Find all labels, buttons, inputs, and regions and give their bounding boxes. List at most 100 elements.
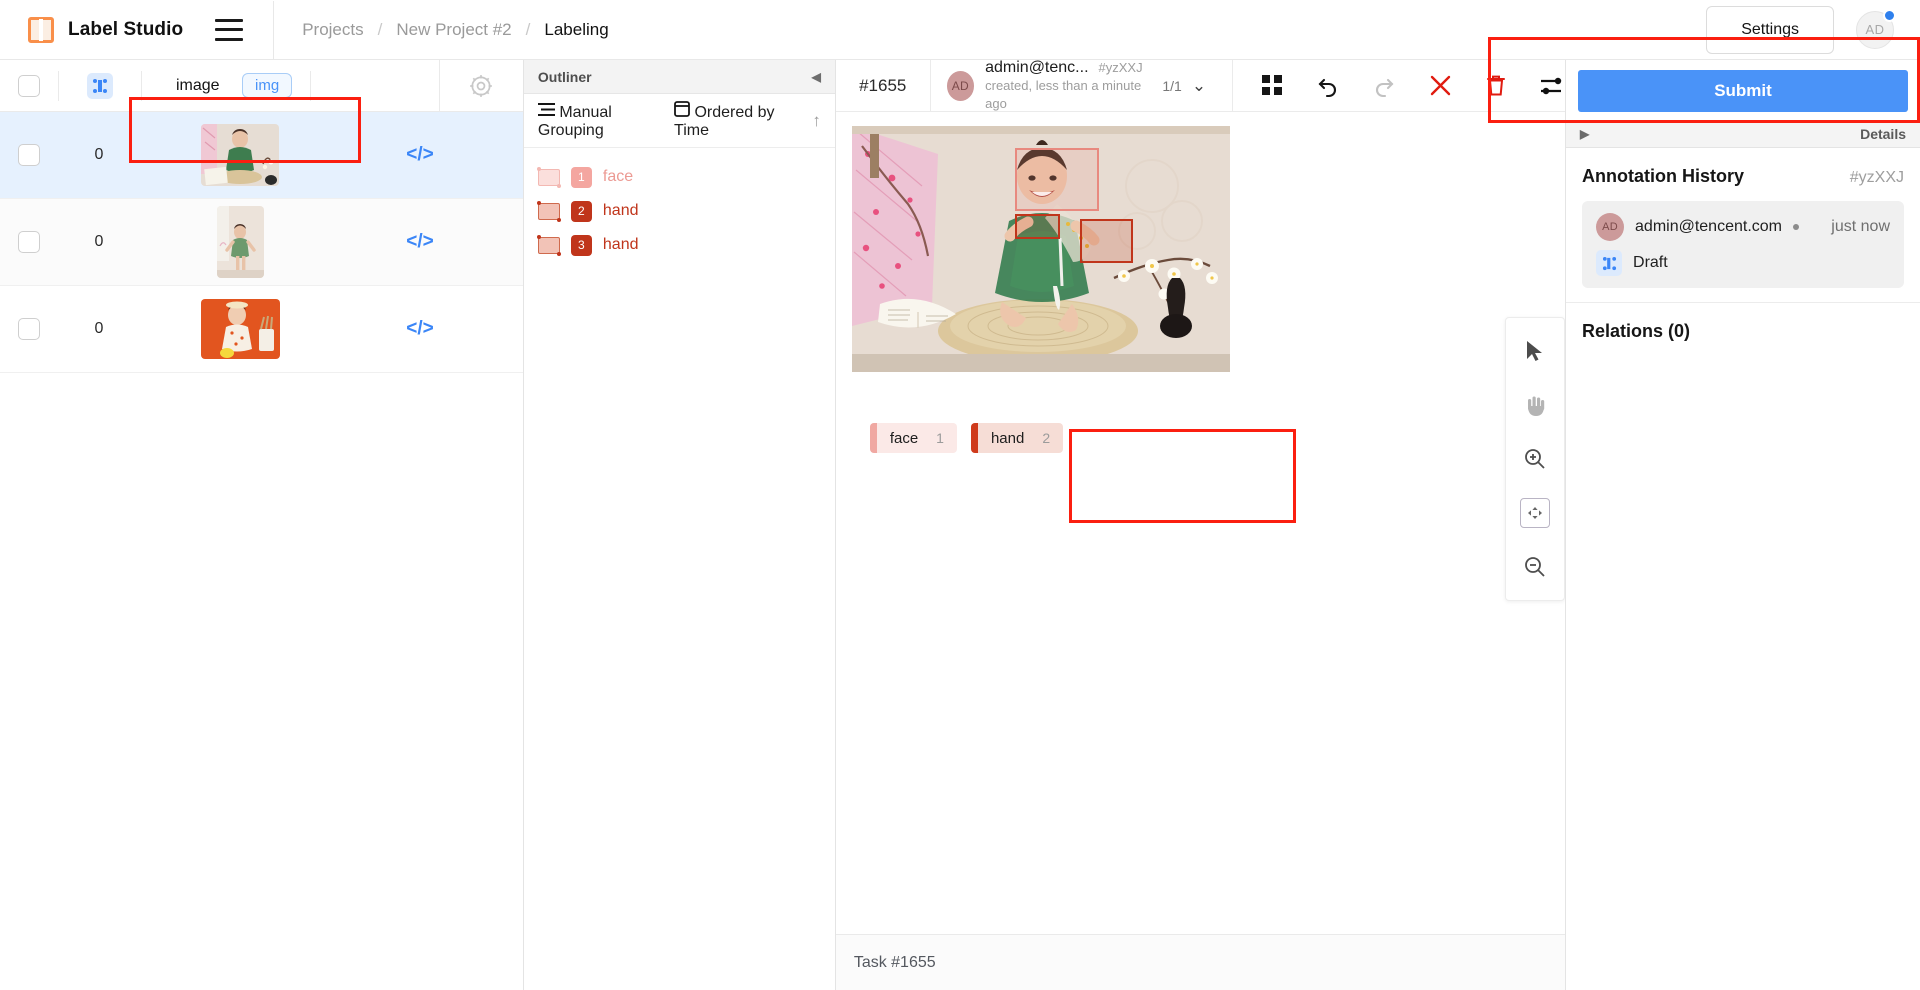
breadcrumb-item-project[interactable]: New Project #2 [396, 20, 511, 40]
chevron-down-icon[interactable]: ⌄ [1192, 76, 1206, 96]
history-time: just now [1831, 218, 1890, 235]
details-bar[interactable]: ▶ Details [1566, 120, 1920, 148]
outliner-header: Outliner ◀ [523, 60, 835, 94]
code-icon[interactable]: </> [340, 318, 500, 340]
avatar[interactable]: AD [1856, 8, 1896, 49]
brand-name: Label Studio [68, 18, 184, 40]
table-settings-button[interactable] [438, 59, 523, 112]
region-index-badge: 3 [570, 234, 592, 256]
expand-right-icon[interactable]: ▶ [1580, 127, 1589, 141]
bbox-hand-2[interactable] [1014, 214, 1060, 239]
divider [310, 70, 312, 101]
annotator-avatar: AD [946, 70, 975, 101]
trash-icon[interactable] [1483, 73, 1509, 99]
history-status: Draft [1633, 254, 1668, 271]
bbox-hand-3[interactable] [1079, 219, 1133, 263]
undo-icon[interactable] [1315, 73, 1341, 99]
region-shape-icon [536, 166, 561, 188]
region-label: hand [602, 236, 639, 253]
manual-grouping-button[interactable]: Manual Grouping [537, 102, 658, 140]
breadcrumb-item-projects[interactable]: Projects [302, 20, 363, 40]
reset-icon[interactable] [1427, 73, 1453, 99]
labeling-canvas-panel: #1655 AD admin@tenc... #yzXXJ created, l… [835, 59, 1566, 990]
annotator-info: admin@tenc... #yzXXJ created, less than … [985, 59, 1151, 113]
hamburger-menu-icon[interactable] [215, 18, 244, 41]
list-item[interactable]: 2 hand [524, 194, 835, 228]
region-index-badge: 2 [570, 200, 592, 222]
row-id: 0 [94, 320, 104, 337]
brand: Label Studio [0, 16, 184, 43]
canvas-stage[interactable]: face 1 hand 2 [836, 112, 1566, 934]
outliner-title: Outliner [537, 68, 592, 85]
task-toolbar: #1655 AD admin@tenc... #yzXXJ created, l… [835, 59, 1566, 113]
baby-standing-thumbnail [216, 206, 264, 278]
redo-icon[interactable] [1371, 73, 1397, 99]
settings-button[interactable]: Settings [1706, 5, 1834, 54]
region-label: face [602, 168, 634, 185]
label-name: hand [990, 429, 1025, 447]
baby-orange-background-thumbnail [200, 299, 280, 359]
row-id: 0 [94, 233, 104, 250]
submit-button[interactable]: Submit [1578, 70, 1908, 112]
settings-sliders-icon[interactable] [1539, 73, 1565, 99]
image-column-label: image [176, 76, 220, 94]
sort-ascending-arrow-icon[interactable]: ↑ [812, 111, 821, 131]
region-shape-icon [536, 200, 561, 222]
tasks-table-body: 0 </> 0 </> 0 </> [0, 112, 523, 373]
row-id: 0 [94, 146, 104, 163]
row-select-cell [0, 144, 58, 166]
image-type-tag: img [242, 72, 293, 98]
annotated-image[interactable] [851, 126, 1230, 377]
label-accent [869, 423, 877, 453]
app-header: Label Studio Projects / New Project #2 /… [0, 0, 1920, 60]
list-item[interactable]: 1 face [524, 160, 835, 194]
row-select-cell [0, 318, 58, 340]
zoom-in-icon[interactable] [1520, 444, 1550, 474]
bbox-face-1[interactable] [1014, 148, 1099, 211]
zoom-out-icon[interactable] [1520, 552, 1550, 582]
annotator-name: admin@tenc... [985, 58, 1089, 76]
ordered-by-time-button[interactable]: Ordered by Time [674, 101, 790, 140]
relations-title: Relations (0) [1582, 321, 1691, 341]
ordered-box-icon [674, 101, 690, 117]
table-row[interactable]: 0 </> [0, 112, 523, 199]
code-icon[interactable]: </> [340, 144, 500, 166]
select-all-cell [0, 74, 58, 97]
notification-dot-icon [1883, 8, 1896, 22]
collapse-left-icon[interactable]: ◀ [812, 70, 821, 84]
grouping-lines-icon [537, 102, 555, 116]
grid-view-icon[interactable] [1259, 73, 1285, 99]
label-chip-face[interactable]: face 1 [869, 423, 957, 453]
code-icon[interactable]: </> [340, 231, 500, 253]
tasks-table-header: image img [0, 59, 523, 112]
row-select-cell [0, 231, 58, 253]
cursor-pointer-icon[interactable] [1520, 336, 1550, 366]
annotation-history-title: Annotation History [1582, 166, 1745, 186]
gear-icon [470, 74, 493, 97]
table-row[interactable]: 0 </> [0, 286, 523, 373]
outliner-controls: Manual Grouping Ordered by Time ↑ [523, 94, 835, 148]
annotation-history-hash: #yzXXJ [1849, 169, 1904, 186]
draft-icon [1596, 250, 1623, 276]
label-chip-hand[interactable]: hand 2 [970, 423, 1064, 453]
row-thumbnail[interactable] [140, 206, 340, 278]
row-checkbox[interactable] [18, 144, 40, 166]
fit-to-screen-icon[interactable] [1520, 498, 1551, 528]
id-column-header [59, 72, 141, 99]
row-thumbnail[interactable] [140, 299, 340, 359]
history-entry[interactable]: AD admin@tencent.com just now Draft [1582, 201, 1904, 288]
history-user: admin@tencent.com [1635, 218, 1782, 235]
row-checkbox[interactable] [18, 231, 40, 253]
labels-panel: face 1 hand 2 [850, 407, 1083, 469]
row-checkbox[interactable] [18, 318, 40, 340]
pan-hand-icon[interactable] [1520, 390, 1550, 420]
row-thumbnail[interactable] [140, 124, 340, 186]
breadcrumb: Projects / New Project #2 / Labeling [274, 20, 608, 40]
outliner-panel: Outliner ◀ Manual Grouping Ordered by Ti… [523, 60, 836, 990]
list-item[interactable]: 3 hand [524, 228, 835, 262]
select-all-checkbox[interactable] [18, 74, 40, 97]
task-id-icon [87, 72, 113, 99]
table-row[interactable]: 0 </> [0, 199, 523, 286]
image-column-header[interactable]: image img [142, 72, 293, 98]
annotation-selector[interactable]: AD admin@tenc... #yzXXJ created, less th… [931, 59, 1232, 113]
